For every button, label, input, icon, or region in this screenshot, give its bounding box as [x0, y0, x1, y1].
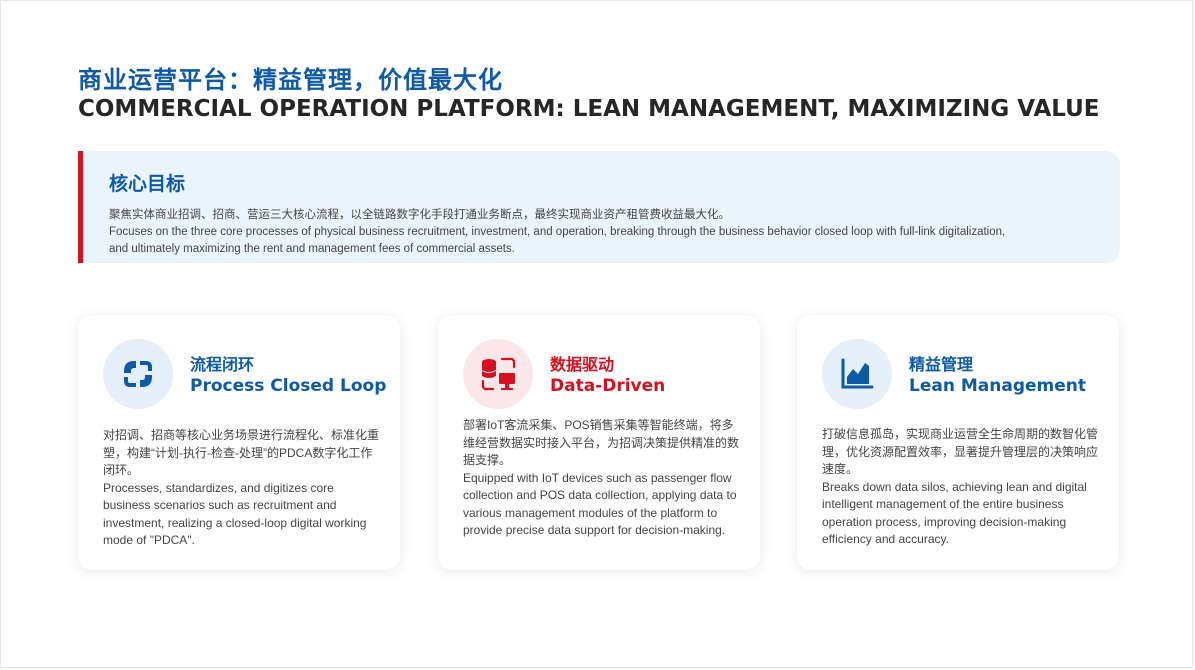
data-driven-icon — [463, 339, 533, 409]
card-process-closed-loop: 流程闭环 Process Closed Loop 对招调、招商等核心业务场景进行… — [78, 315, 400, 570]
core-goal-line-en-1: Focuses on the three core processes of p… — [109, 226, 1006, 238]
card-desc-zh: 部署IoT客流采集、POS销售采集等智能终端，将多维经营数据实时接入平台，为招调… — [463, 418, 740, 467]
card-title-zh: 数据驱动 — [550, 355, 615, 374]
card-description: 打破信息孤岛，实现商业运营全生命周期的数智化管理，优化资源配置效率，显著提升管理… — [822, 426, 1102, 549]
core-goal-text: 聚焦实体商业招调、招商、营运三大核心流程，以全链路数字化手段打通业务断点，最终实… — [109, 207, 1099, 258]
page-title-zh: 商业运营平台：精益管理，价值最大化 — [78, 66, 503, 94]
core-goal-title: 核心目标 — [109, 173, 186, 195]
page-title-en: COMMERCIAL OPERATION PLATFORM: LEAN MANA… — [78, 96, 1100, 122]
card-description: 对招调、招商等核心业务场景进行流程化、标准化重塑，构建“计划-执行-检查-处理”… — [103, 427, 383, 550]
card-desc-zh: 打破信息孤岛，实现商业运营全生命周期的数智化管理，优化资源配置效率，显著提升管理… — [822, 427, 1099, 476]
core-goal-line-en-2: and ultimately maximizing the rent and m… — [109, 243, 515, 255]
card-title-en: Process Closed Loop — [190, 376, 387, 396]
process-loop-icon — [103, 339, 173, 409]
card-title-en: Lean Management — [909, 376, 1086, 396]
card-title-zh: 精益管理 — [909, 355, 974, 374]
card-desc-en: Processes, standardizes, and digitizes c… — [103, 480, 367, 548]
card-desc-zh: 对招调、招商等核心业务场景进行流程化、标准化重塑，构建“计划-执行-检查-处理”… — [103, 428, 380, 477]
card-data-driven: 数据驱动 Data-Driven 部署IoT客流采集、POS销售采集等智能终端，… — [438, 315, 760, 570]
card-title-zh: 流程闭环 — [190, 355, 255, 374]
card-title-en: Data-Driven — [550, 376, 666, 396]
core-goal-line-zh: 聚焦实体商业招调、招商、营运三大核心流程，以全链路数字化手段打通业务断点，最终实… — [109, 209, 730, 221]
lean-chart-icon — [822, 339, 892, 409]
core-goal-panel: 核心目标 聚焦实体商业招调、招商、营运三大核心流程，以全链路数字化手段打通业务断… — [78, 151, 1120, 263]
card-lean-management: 精益管理 Lean Management 打破信息孤岛，实现商业运营全生命周期的… — [797, 315, 1119, 570]
card-desc-en: Breaks down data silos, achieving lean a… — [822, 479, 1087, 547]
card-description: 部署IoT客流采集、POS销售采集等智能终端，将多维经营数据实时接入平台，为招调… — [463, 417, 743, 540]
card-desc-en: Equipped with IoT devices such as passen… — [463, 470, 737, 538]
